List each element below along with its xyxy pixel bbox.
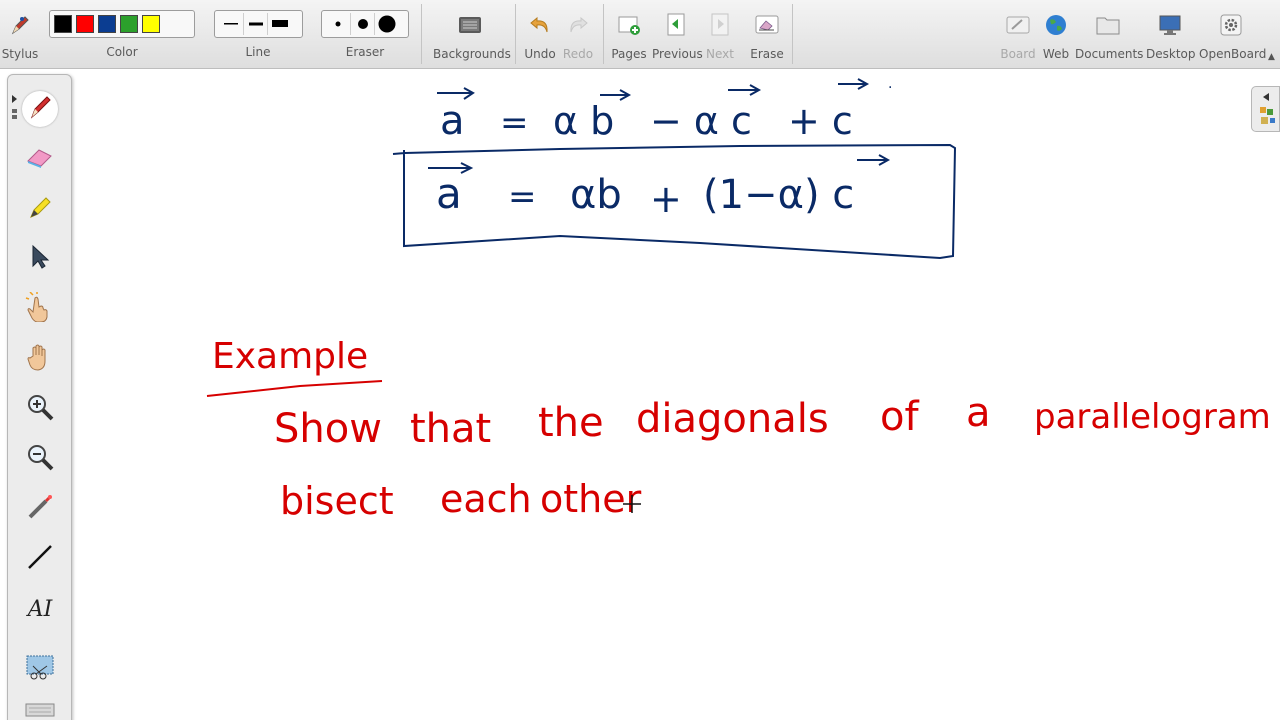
add-page-icon xyxy=(616,12,642,38)
eq2-plus: + xyxy=(650,177,682,221)
backgrounds-button[interactable]: Backgrounds xyxy=(433,6,511,66)
eq1-dot: . xyxy=(888,76,892,92)
eq2-equals: = xyxy=(508,177,537,217)
line-width-group xyxy=(214,10,303,38)
eraser-medium-option[interactable] xyxy=(350,13,374,35)
backgrounds-label: Backgrounds xyxy=(433,47,511,61)
desktop-label: Desktop xyxy=(1146,47,1196,61)
color-blue-swatch[interactable] xyxy=(98,15,116,33)
eq1-term-plus-c: + c xyxy=(788,99,853,143)
board-label: Board xyxy=(1000,47,1036,61)
word-2: that xyxy=(410,406,491,452)
color-label: Color xyxy=(106,45,138,59)
eq2-term-one-minus-alpha-c: (1−α) c xyxy=(703,172,854,218)
eq1-c2-arrow xyxy=(838,78,870,90)
previous-page-icon xyxy=(663,12,689,38)
undo-button[interactable]: Undo xyxy=(522,6,558,66)
eraser-size-group xyxy=(321,10,409,38)
board-button[interactable]: Board xyxy=(1000,6,1036,66)
word-1: Show xyxy=(274,406,382,452)
previous-label: Previous xyxy=(652,47,703,61)
toolbar-separator xyxy=(792,4,793,64)
color-group xyxy=(49,10,195,38)
equation-line-1: a = α b − α c + c . xyxy=(437,76,892,144)
stylus-icon xyxy=(7,12,33,38)
eq1-term-alpha-b: α b xyxy=(553,99,614,143)
toolbar-separator xyxy=(421,4,422,64)
line-medium-option[interactable] xyxy=(243,13,267,35)
eraser-small-option[interactable] xyxy=(326,13,350,35)
pages-label: Pages xyxy=(611,47,647,61)
undo-icon xyxy=(527,12,553,38)
next-page-icon xyxy=(707,12,733,38)
erase-button[interactable]: Erase xyxy=(748,6,786,66)
folder-icon xyxy=(1095,12,1121,38)
example-title: Example xyxy=(212,336,368,377)
gear-icon xyxy=(1218,12,1244,38)
previous-button[interactable]: Previous xyxy=(652,6,703,66)
eq1-c-arrow xyxy=(728,84,762,96)
eraser-label: Eraser xyxy=(345,45,385,59)
openboard-label: OpenBoard xyxy=(1199,47,1267,61)
problem-line-1: Show that the diagonals of a parallelogr… xyxy=(274,390,1271,452)
stylus-button[interactable]: Stylus xyxy=(0,6,40,66)
desktop-button[interactable]: Desktop xyxy=(1146,6,1196,66)
color-red-swatch[interactable] xyxy=(76,15,94,33)
next-button[interactable]: Next xyxy=(703,6,737,66)
top-toolbar: Stylus Color Line Eraser Backgrounds Und… xyxy=(0,0,1280,69)
line-thick-option[interactable] xyxy=(267,13,291,35)
word-3: the xyxy=(538,400,604,446)
globe-icon xyxy=(1043,12,1069,38)
backgrounds-icon xyxy=(457,12,483,38)
openboard-button[interactable]: OpenBoard xyxy=(1199,6,1267,66)
boxed-equation: a = αb + (1−α) c xyxy=(392,143,957,260)
problem-line-2: bisect each other xyxy=(280,477,642,523)
stylus-label: Stylus xyxy=(1,47,39,61)
redo-button[interactable]: Redo xyxy=(560,6,596,66)
eq1-equals: = xyxy=(500,103,529,143)
web-button[interactable]: Web xyxy=(1039,6,1073,66)
eq1-a-symbol: a xyxy=(440,98,465,144)
web-label: Web xyxy=(1042,47,1070,61)
next-label: Next xyxy=(706,47,734,61)
word-10: other xyxy=(540,477,642,521)
monitor-icon xyxy=(1157,12,1183,38)
word-9: each xyxy=(440,477,532,521)
word-8: bisect xyxy=(280,479,394,523)
board-icon xyxy=(1005,12,1031,38)
eq2-term-alpha-b: αb xyxy=(570,172,622,218)
erase-label: Erase xyxy=(750,47,784,61)
word-7: parallelogram xyxy=(1034,397,1271,437)
line-label: Line xyxy=(245,45,271,59)
pages-button[interactable]: Pages xyxy=(609,6,649,66)
word-6: a xyxy=(966,390,991,436)
whiteboard-canvas[interactable]: a = α b − α c + c . a = αb + (1−α) c Exa… xyxy=(0,69,1280,720)
eq2-a-symbol: a xyxy=(436,169,462,218)
redo-icon xyxy=(565,12,591,38)
undo-label: Undo xyxy=(524,47,556,61)
documents-label: Documents xyxy=(1075,47,1144,61)
scroll-up-arrow-icon[interactable]: ▲ xyxy=(1268,52,1275,62)
eraser-large-option[interactable] xyxy=(374,13,398,35)
eq1-term-minus-alpha-c: − α c xyxy=(650,99,752,143)
color-yellow-swatch[interactable] xyxy=(142,15,160,33)
documents-button[interactable]: Documents xyxy=(1075,6,1144,66)
example-underline xyxy=(206,380,383,397)
color-green-swatch[interactable] xyxy=(120,15,138,33)
toolbar-separator xyxy=(515,4,516,64)
word-4: diagonals xyxy=(636,396,829,442)
toolbar-separator xyxy=(603,4,604,64)
word-5: of xyxy=(880,394,919,440)
line-thin-option[interactable] xyxy=(219,13,243,35)
erase-board-icon xyxy=(754,12,780,38)
redo-label: Redo xyxy=(562,47,594,61)
color-black-swatch[interactable] xyxy=(54,15,72,33)
eq2-c-arrow xyxy=(857,154,891,166)
